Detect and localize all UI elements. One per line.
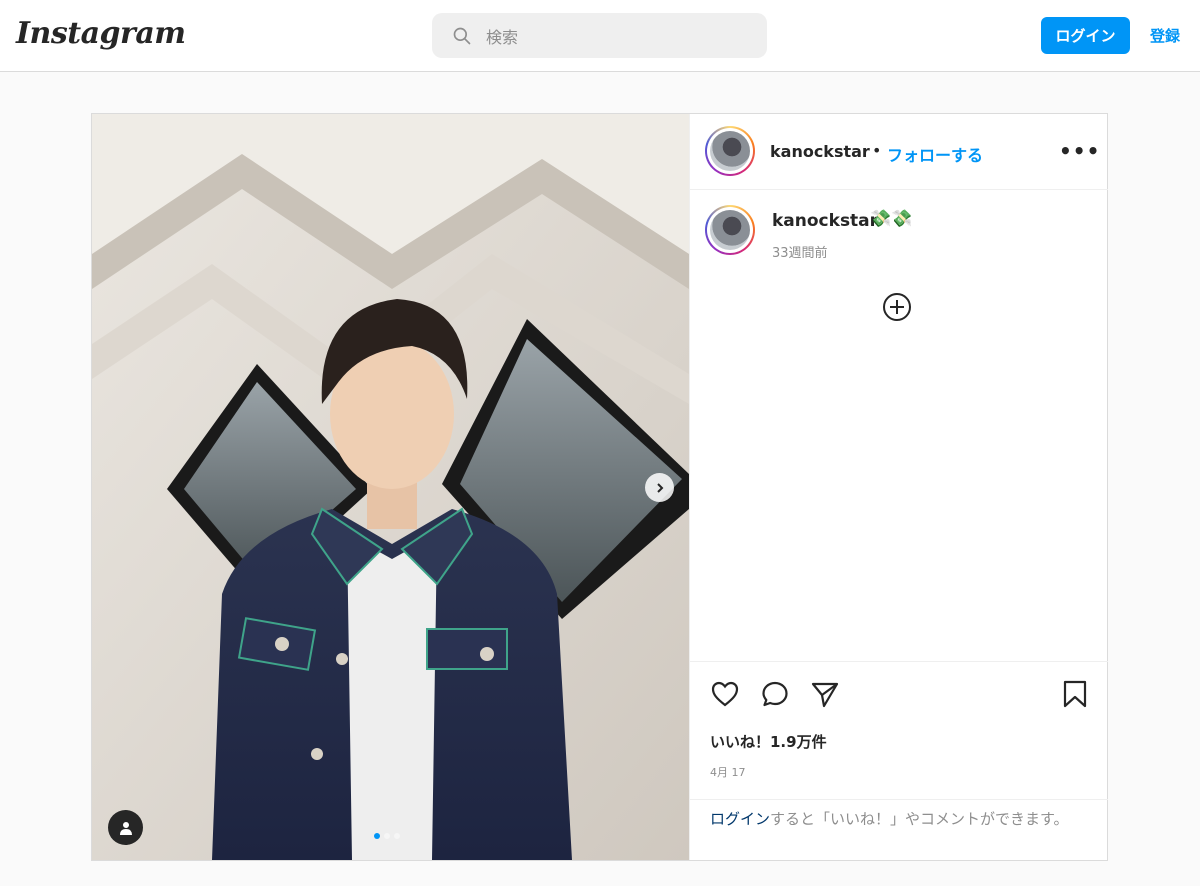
- register-link[interactable]: 登録: [1150, 25, 1180, 46]
- search-box[interactable]: 検索: [432, 13, 767, 58]
- more-options-icon[interactable]: •••: [1059, 139, 1100, 163]
- search-icon: [453, 27, 471, 44]
- carousel-indicator: [374, 833, 400, 839]
- caption-username[interactable]: kanockstar: [772, 211, 878, 231]
- bookmark-icon[interactable]: [1060, 679, 1090, 709]
- caption-timestamp[interactable]: 33週間前: [772, 242, 828, 261]
- plus-circle-icon[interactable]: [882, 292, 912, 322]
- carousel-dot: [394, 833, 400, 839]
- tagged-users-button[interactable]: [108, 810, 143, 845]
- post-side-panel: kanockstar • フォローする ••• kanockstar 💸💸 33…: [689, 114, 1108, 860]
- heart-icon[interactable]: [710, 679, 740, 709]
- comment-icon[interactable]: [760, 679, 790, 709]
- login-button[interactable]: ログイン: [1041, 17, 1130, 54]
- paper-plane-icon[interactable]: [810, 679, 840, 709]
- search-placeholder: 検索: [486, 27, 519, 47]
- post-username[interactable]: kanockstar: [770, 142, 870, 161]
- avatar[interactable]: [705, 126, 755, 176]
- login-link[interactable]: ログイン: [710, 810, 770, 828]
- top-navigation-bar: Instagram 検索 ログイン 登録: [0, 0, 1200, 72]
- next-photo-button[interactable]: [645, 473, 674, 502]
- login-prompt-text: すると「いいね！」やコメントができます。: [770, 810, 1069, 828]
- post-photo[interactable]: [92, 114, 689, 860]
- divider: [690, 799, 1108, 800]
- chevron-right-icon: [656, 482, 663, 493]
- post-header: kanockstar • フォローする •••: [690, 114, 1108, 190]
- photo-illustration: [92, 114, 689, 860]
- post-date[interactable]: 4月 17: [710, 764, 746, 780]
- follow-button[interactable]: フォローする: [887, 142, 983, 166]
- separator: •: [872, 141, 882, 160]
- like-count[interactable]: いいね！1.9万件: [710, 731, 827, 752]
- carousel-dot: [384, 833, 390, 839]
- carousel-dot: [374, 833, 380, 839]
- instagram-logo[interactable]: Instagram: [16, 16, 186, 51]
- post-card: kanockstar • フォローする ••• kanockstar 💸💸 33…: [91, 113, 1108, 861]
- caption-text: 💸💸: [870, 209, 913, 229]
- caption-avatar[interactable]: [705, 205, 755, 255]
- divider: [690, 661, 1108, 662]
- login-prompt: ログインすると「いいね！」やコメントができます。: [710, 808, 1080, 831]
- user-icon: [119, 821, 132, 835]
